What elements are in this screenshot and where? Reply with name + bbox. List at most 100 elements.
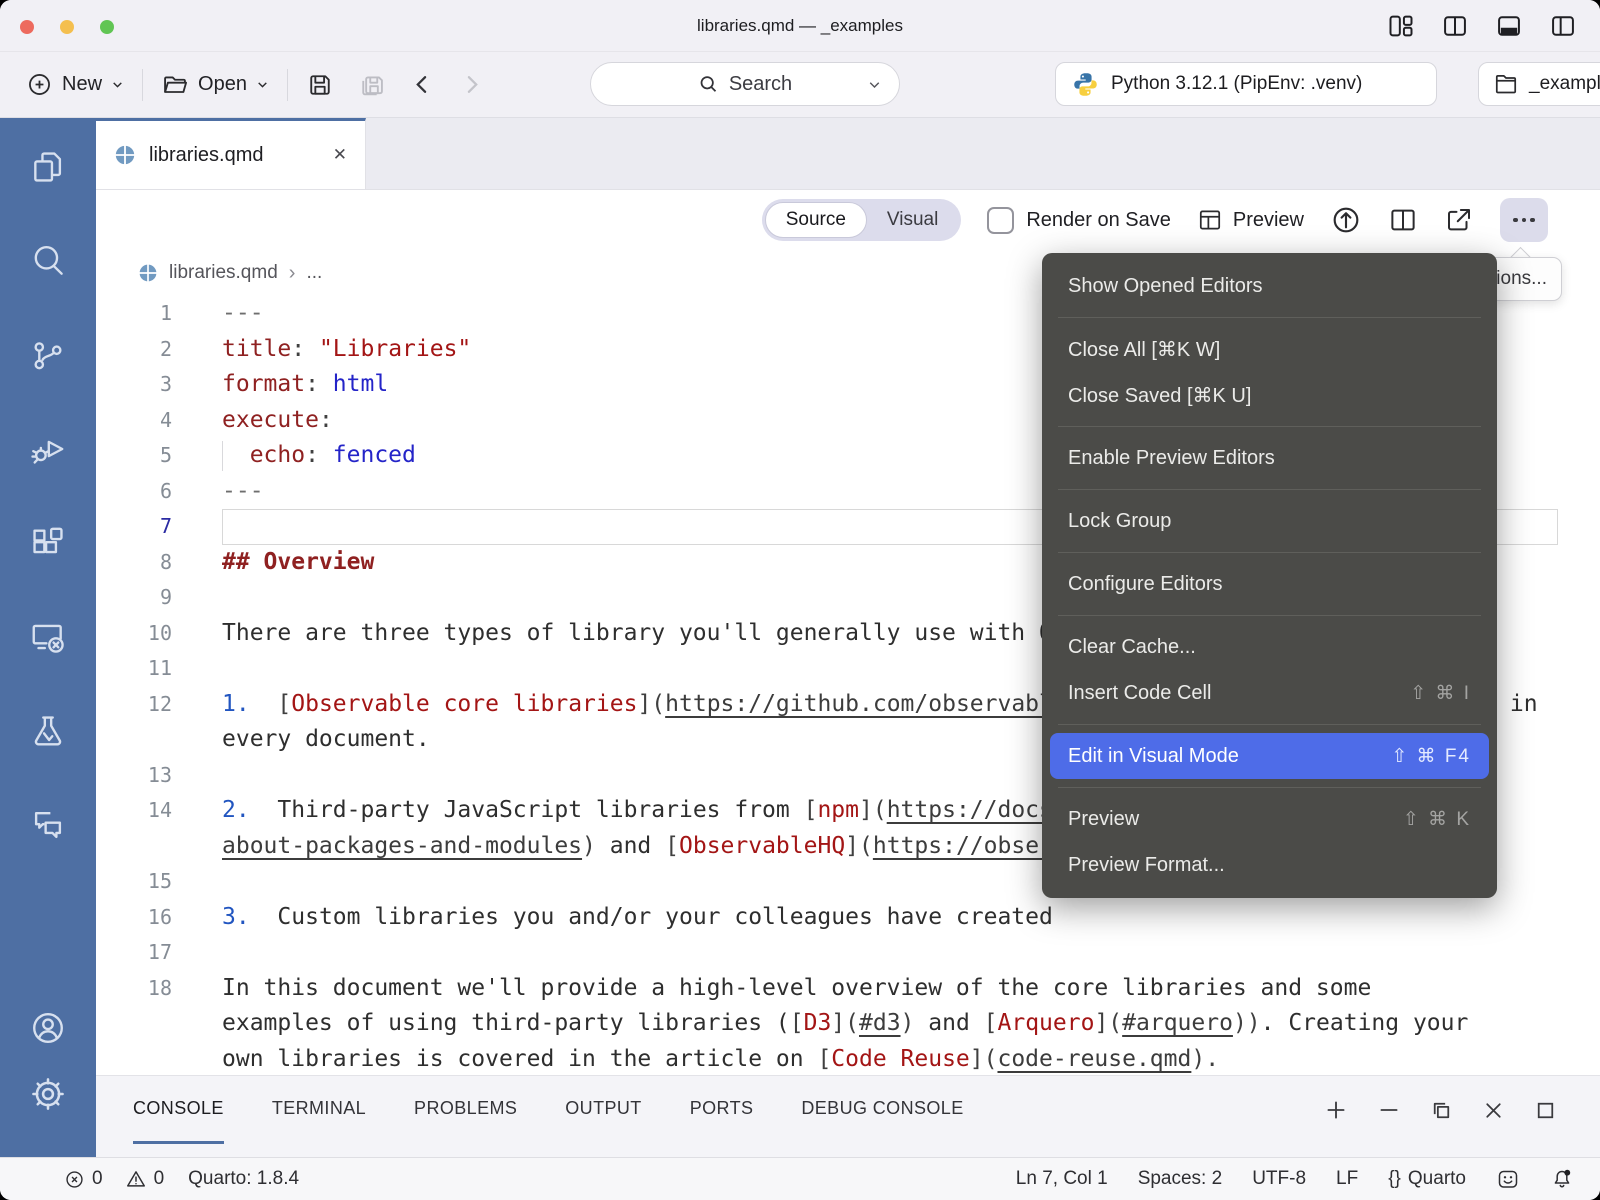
- menu-separator: [1058, 787, 1481, 788]
- more-actions-button[interactable]: [1500, 198, 1548, 242]
- global-search-box[interactable]: Search: [590, 62, 900, 106]
- open-button[interactable]: Open: [149, 63, 281, 107]
- minimize-panel-icon[interactable]: [1376, 1097, 1402, 1123]
- code-line[interactable]: examples of using third-party libraries …: [96, 1006, 1600, 1042]
- panel-tab-output[interactable]: OUTPUT: [565, 1076, 641, 1144]
- menu-item-show-opened-editors[interactable]: Show Opened Editors: [1042, 263, 1497, 309]
- indentation-status[interactable]: Spaces: 2: [1138, 1168, 1223, 1190]
- open-in-new-window-icon[interactable]: [1444, 205, 1474, 235]
- feedback-smiley-icon[interactable]: [1496, 1167, 1520, 1191]
- source-mode-button[interactable]: Source: [765, 202, 867, 238]
- code-line[interactable]: 163. Custom libraries you and/or your co…: [96, 900, 1600, 936]
- navigate-forward-button[interactable]: [447, 63, 496, 107]
- navigate-back-button[interactable]: [398, 63, 447, 107]
- language-mode-status[interactable]: {} Quarto: [1388, 1168, 1466, 1190]
- run-debug-icon[interactable]: [29, 430, 67, 468]
- line-number: 3: [96, 367, 172, 403]
- search-icon: [698, 74, 719, 95]
- warning-icon: [125, 1168, 147, 1190]
- new-button[interactable]: New: [14, 63, 136, 107]
- menu-item-preview[interactable]: Preview⇧ ⌘ K: [1042, 796, 1497, 842]
- save-all-button[interactable]: [346, 63, 398, 107]
- search-icon[interactable]: [29, 242, 67, 280]
- panel-tab-problems[interactable]: PROBLEMS: [414, 1076, 517, 1144]
- code-line[interactable]: 17: [96, 935, 1600, 971]
- line-number: 8: [96, 545, 172, 581]
- toggle-panel-icon[interactable]: [1494, 11, 1524, 41]
- preview-button[interactable]: Preview: [1197, 207, 1304, 233]
- line-number: 10: [96, 616, 172, 652]
- interpreter-selector[interactable]: Python 3.12.1 (PipEnv: .venv): [1055, 62, 1437, 106]
- line-number: [96, 829, 172, 865]
- editor-tab-bar: libraries.qmd ✕: [96, 118, 1600, 190]
- split-editor-layout-icon[interactable]: [1440, 11, 1470, 41]
- code-line[interactable]: own libraries is covered in the article …: [96, 1042, 1600, 1076]
- menu-item-edit-in-visual-mode[interactable]: Edit in Visual Mode⇧ ⌘ F4: [1050, 733, 1489, 779]
- problems-status[interactable]: 0 0: [64, 1168, 164, 1190]
- line-number: 13: [96, 758, 172, 794]
- chevron-down-icon: [111, 78, 124, 91]
- save-button[interactable]: [294, 63, 346, 107]
- source-control-icon[interactable]: [29, 336, 67, 374]
- account-icon[interactable]: [29, 1009, 67, 1047]
- remote-explorer-icon[interactable]: [29, 618, 67, 656]
- top-action-bar: New Open Sear: [0, 52, 1600, 117]
- source-visual-toggle: Source Visual: [762, 199, 962, 241]
- open-label: Open: [198, 73, 247, 96]
- line-number: 1: [96, 296, 172, 332]
- menu-item-preview-format[interactable]: Preview Format...: [1042, 842, 1497, 888]
- menu-item-lock-group[interactable]: Lock Group: [1042, 498, 1497, 544]
- menu-separator: [1058, 426, 1481, 427]
- maximize-panel-icon[interactable]: [1533, 1098, 1558, 1123]
- menu-separator: [1058, 317, 1481, 318]
- breadcrumb-file[interactable]: libraries.qmd: [169, 262, 278, 284]
- tab-libraries-qmd[interactable]: libraries.qmd ✕: [96, 118, 366, 189]
- line-number: 5: [96, 438, 172, 474]
- panel-tab-terminal[interactable]: TERMINAL: [272, 1076, 366, 1144]
- explorer-icon[interactable]: [29, 148, 67, 186]
- quarto-version-status[interactable]: Quarto: 1.8.4: [188, 1168, 299, 1190]
- settings-icon[interactable]: [29, 1075, 67, 1113]
- restore-panel-icon[interactable]: [1429, 1098, 1454, 1123]
- line-number: 4: [96, 403, 172, 439]
- preview-icon: [1197, 207, 1223, 233]
- visual-mode-button[interactable]: Visual: [867, 202, 958, 238]
- customize-layout-icon[interactable]: [1386, 11, 1416, 41]
- toggle-secondary-sidebar-icon[interactable]: [1548, 11, 1578, 41]
- menu-item-insert-code-cell[interactable]: Insert Code Cell⇧ ⌘ I: [1042, 670, 1497, 716]
- split-editor-icon[interactable]: [1388, 205, 1418, 235]
- code-line[interactable]: 18In this document we'll provide a high-…: [96, 971, 1600, 1007]
- menu-item-close-all-k-w[interactable]: Close All [⌘K W]: [1042, 326, 1497, 372]
- plus-icon[interactable]: [1323, 1097, 1349, 1123]
- menu-item-clear-cache[interactable]: Clear Cache...: [1042, 624, 1497, 670]
- eol-status[interactable]: LF: [1336, 1168, 1358, 1190]
- window-title: libraries.qmd — _examples: [0, 0, 1600, 52]
- breadcrumb-symbol[interactable]: ...: [306, 262, 322, 284]
- menu-item-close-saved-k-u[interactable]: Close Saved [⌘K U]: [1042, 372, 1497, 418]
- language-label: Quarto: [1408, 1168, 1466, 1190]
- panel-tab-console[interactable]: CONSOLE: [133, 1076, 224, 1144]
- error-count: 0: [92, 1168, 103, 1190]
- notifications-bell-icon[interactable]: [1550, 1167, 1574, 1191]
- titlebar: libraries.qmd — _examples: [0, 0, 1600, 52]
- panel-tab-ports[interactable]: PORTS: [690, 1076, 754, 1144]
- chat-icon[interactable]: [29, 806, 67, 844]
- line-number: 6: [96, 474, 172, 510]
- encoding-status[interactable]: UTF-8: [1252, 1168, 1306, 1190]
- cursor-position-status[interactable]: Ln 7, Col 1: [1016, 1168, 1108, 1190]
- window-chrome: libraries.qmd — _examples New: [0, 0, 1600, 118]
- render-publish-icon[interactable]: [1330, 204, 1362, 236]
- workspace-folder-button[interactable]: _examples: [1478, 62, 1600, 106]
- python-logo-icon: [1072, 71, 1099, 98]
- menu-item-enable-preview-editors[interactable]: Enable Preview Editors: [1042, 435, 1497, 481]
- menu-item-configure-editors[interactable]: Configure Editors: [1042, 561, 1497, 607]
- braces-icon: {}: [1388, 1168, 1401, 1190]
- panel-tab-debug-console[interactable]: DEBUG CONSOLE: [801, 1076, 963, 1144]
- close-panel-icon[interactable]: [1481, 1098, 1506, 1123]
- extensions-icon[interactable]: [29, 524, 67, 562]
- testing-icon[interactable]: [29, 712, 67, 750]
- warning-count: 0: [154, 1168, 165, 1190]
- line-number: 15: [96, 864, 172, 900]
- render-on-save-checkbox[interactable]: [987, 207, 1014, 234]
- close-tab-icon[interactable]: ✕: [333, 145, 347, 165]
